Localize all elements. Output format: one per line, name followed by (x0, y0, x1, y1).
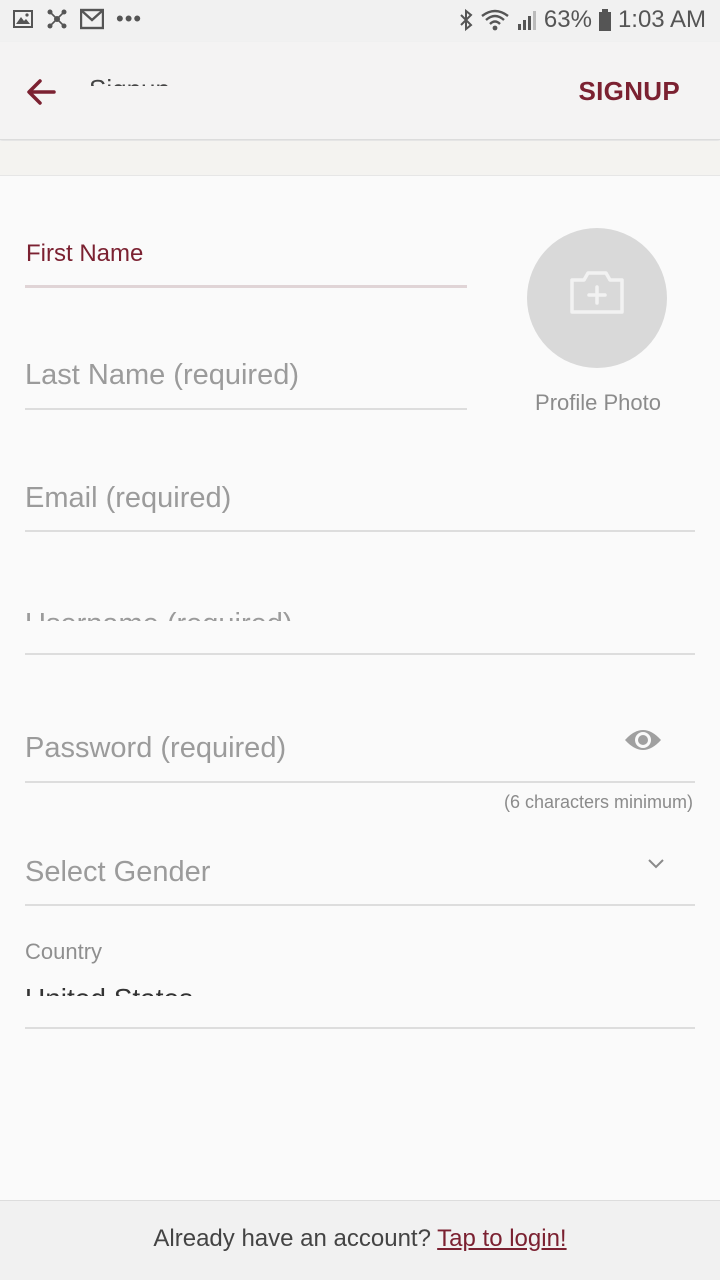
network-icon (47, 9, 67, 29)
username-placeholder: Username (required) (25, 607, 293, 621)
password-underline (25, 781, 695, 783)
profile-photo-button[interactable] (527, 228, 667, 368)
email-placeholder: Email (required) (25, 482, 232, 514)
last-name-field[interactable]: Last Name (required) (25, 348, 467, 410)
first-name-underline (25, 285, 467, 288)
signup-button[interactable]: SIGNUP (579, 76, 680, 107)
wifi-icon (481, 9, 509, 31)
country-underline (25, 1027, 695, 1029)
email-field[interactable]: Email (required) (25, 470, 695, 532)
bluetooth-icon (460, 8, 473, 32)
add-camera-icon (570, 271, 624, 314)
status-bar: ••• 63% 1:03 AM (0, 0, 720, 42)
clock: 1:03 AM (617, 6, 706, 33)
last-name-underline (25, 408, 467, 410)
more-dots-icon: ••• (116, 6, 143, 31)
login-prompt: Already have an account? Tap to login! (0, 1225, 720, 1253)
password-placeholder: Password (required) (25, 732, 287, 764)
page-title: Signup (89, 72, 170, 86)
image-icon (13, 10, 33, 28)
gmail-icon (80, 8, 104, 30)
gender-underline (25, 904, 695, 906)
show-password-eye-icon[interactable] (623, 723, 663, 757)
last-name-placeholder: Last Name (required) (25, 359, 299, 391)
battery-percent: 63% (543, 6, 592, 33)
header-divider-strip (0, 141, 720, 176)
battery-icon (598, 9, 611, 31)
signal-icon (517, 11, 536, 30)
login-prompt-text: Already have an account? (153, 1225, 438, 1252)
first-name-label: First Name (26, 240, 144, 267)
country-field[interactable]: Country United States (25, 936, 695, 1029)
username-field[interactable]: Username (required) (25, 595, 695, 655)
username-underline (25, 653, 695, 655)
footer: Already have an account? Tap to login! (0, 1200, 720, 1280)
email-underline (25, 530, 695, 532)
password-field[interactable]: Password (required) (25, 718, 695, 783)
profile-photo-label: Profile Photo (535, 390, 661, 415)
login-link[interactable]: Tap to login! (437, 1225, 566, 1252)
chevron-down-icon (648, 859, 664, 869)
password-hint: (6 characters minimum) (503, 792, 693, 812)
gender-placeholder: Select Gender (25, 856, 211, 888)
country-value: United States (25, 982, 193, 996)
gender-select[interactable]: Select Gender (25, 843, 695, 906)
app-bar: Signup SIGNUP (0, 42, 720, 140)
first-name-field[interactable]: First Name (25, 230, 467, 288)
country-label: Country (25, 939, 103, 964)
back-arrow-icon[interactable] (22, 72, 62, 112)
